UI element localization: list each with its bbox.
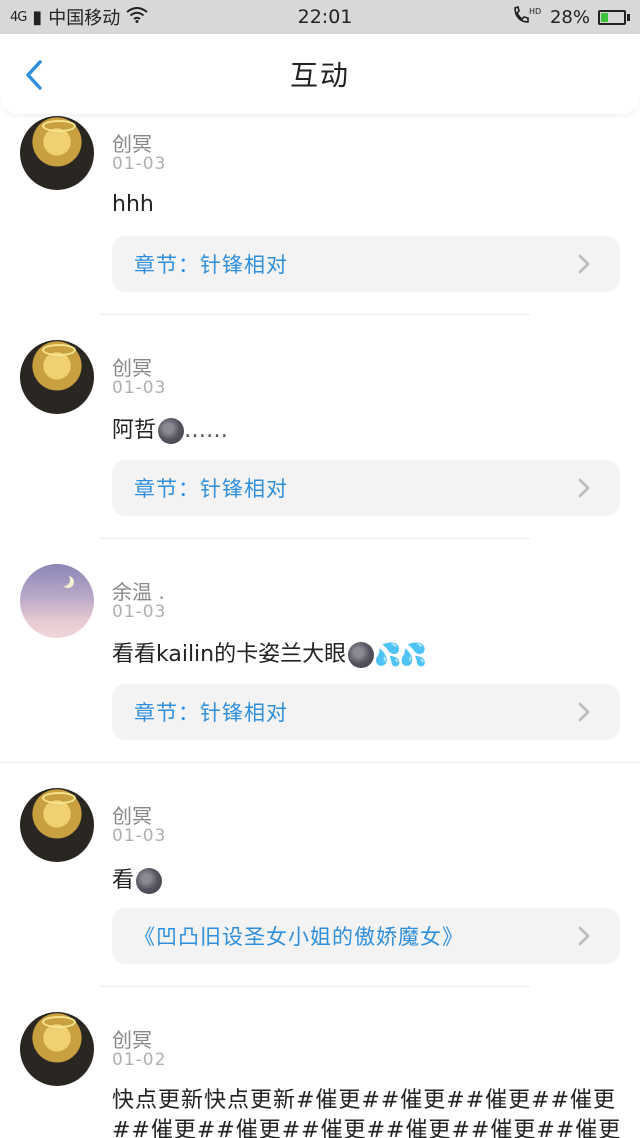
chevron-right-icon <box>578 702 590 722</box>
chevron-left-icon <box>26 60 42 90</box>
item-divider <box>100 538 530 539</box>
chevron-right-icon <box>578 254 590 274</box>
new-moon-face-emoji <box>158 418 185 444</box>
interaction-feed: 创冥 01-03 hhh 章节：针锋相对 创冥 01-03 阿哲 …… 章节：针锋… <box>0 114 640 1138</box>
comment-date: 01-03 <box>112 154 167 174</box>
network-type: 4G <box>10 9 27 25</box>
new-moon-face-emoji <box>136 868 163 894</box>
comment-text: 看看kailin的卡姿兰大眼 💦💦 <box>112 636 427 668</box>
comment-text: 阿哲 …… <box>112 412 228 444</box>
chapter-link-card[interactable]: 章节：针锋相对 <box>112 684 620 740</box>
comment-text-body: 看 <box>112 868 135 893</box>
avatar[interactable] <box>20 564 94 638</box>
avatar[interactable] <box>20 1012 94 1086</box>
username[interactable]: 创冥 <box>112 800 152 829</box>
chevron-right-icon <box>578 926 590 946</box>
signal-icon: ▮ <box>32 6 43 28</box>
battery-fill <box>601 12 608 22</box>
comment-trailing-text: …… <box>184 418 229 443</box>
avatar[interactable] <box>20 116 94 190</box>
comment-date: 01-02 <box>112 1050 167 1070</box>
username[interactable]: 创冥 <box>112 352 152 381</box>
sweat-droplets-emoji: 💦💦 <box>374 642 427 668</box>
status-right: HD 28% <box>480 5 630 29</box>
comment-text: hhh <box>112 192 154 217</box>
book-link-text: 《凹凸旧设圣女小姐的傲娇魔女》 <box>134 925 464 949</box>
hd-call-icon: HD <box>512 5 542 29</box>
comment-text: 看 <box>112 862 163 894</box>
chapter-link-text: 章节：针锋相对 <box>134 253 288 277</box>
item-divider <box>0 762 640 763</box>
username[interactable]: 创冥 <box>112 1024 152 1053</box>
battery-percent: 28% <box>549 6 590 28</box>
back-button[interactable] <box>18 58 52 92</box>
new-moon-face-emoji <box>348 642 375 668</box>
status-left: 4G ▮ 中国移动 <box>10 4 250 30</box>
avatar[interactable] <box>20 340 94 414</box>
carrier-name: 中国移动 <box>48 8 121 29</box>
chapter-link-text: 章节：针锋相对 <box>134 701 288 725</box>
wifi-icon <box>126 6 148 28</box>
page-title: 互动 <box>289 59 350 92</box>
chapter-link-card[interactable]: 章节：针锋相对 <box>112 236 620 292</box>
comment-date: 01-03 <box>112 826 167 846</box>
username[interactable]: 创冥 <box>112 128 152 157</box>
book-link-card[interactable]: 《凹凸旧设圣女小姐的傲娇魔女》 <box>112 908 620 964</box>
comment-text-body: 看看kailin的卡姿兰大眼 <box>112 642 347 667</box>
chapter-link-text: 章节：针锋相对 <box>134 477 288 501</box>
chapter-link-card[interactable]: 章节：针锋相对 <box>112 460 620 516</box>
nav-bar: 互动 <box>0 34 640 114</box>
comment-date: 01-03 <box>112 378 167 398</box>
item-divider <box>100 314 530 315</box>
item-divider <box>100 986 530 987</box>
avatar[interactable] <box>20 788 94 862</box>
comment-text-body: hhh <box>112 192 154 217</box>
status-time: 22:01 <box>297 6 353 28</box>
status-bar: 4G ▮ 中国移动 22:01 HD 28% <box>0 0 640 34</box>
comment-text-body: 阿哲 <box>112 418 157 443</box>
chevron-right-icon <box>578 478 590 498</box>
battery-icon <box>598 9 630 25</box>
comment-text: 快点更新快点更新#催更##催更##催更##催更##催更##催更##催更##催更#… <box>112 1088 622 1138</box>
comment-date: 01-03 <box>112 602 167 622</box>
svg-text:HD: HD <box>529 7 541 16</box>
username[interactable]: 余温 . <box>112 576 165 605</box>
